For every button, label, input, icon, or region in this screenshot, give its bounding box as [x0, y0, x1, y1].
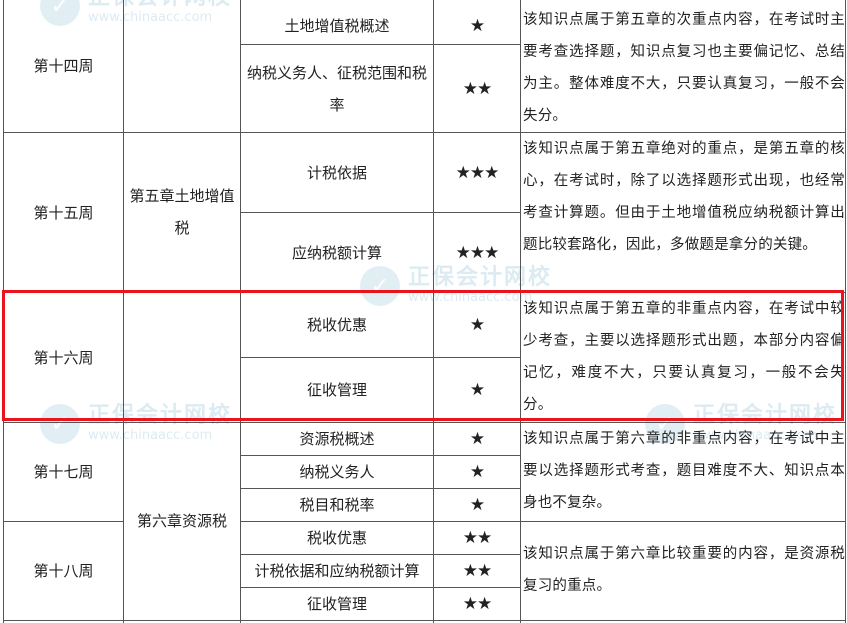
star-rating: ★	[469, 462, 485, 482]
topic-cell: 税目和税率	[299, 496, 375, 514]
description-text: 该知识点属于第六章比较重要的内容，是资源税复习的重点。	[523, 546, 845, 594]
week-cell: 第十六周	[33, 348, 94, 367]
star-rating: ★	[469, 429, 485, 449]
topic-cell: 征收管理	[306, 595, 367, 613]
topic-cell: 应纳税额计算	[291, 243, 382, 262]
description-text: 该知识点属于第五章的非重点内容，在考试中较少考查，主要以选择题形式出题，本部分内…	[523, 301, 845, 413]
chapter-cell: 第五章土地增值税	[129, 187, 235, 237]
star-rating: ★	[469, 495, 485, 515]
chapter-cell: 第六章资源税	[136, 512, 227, 530]
week-cell: 第十八周	[33, 562, 94, 580]
star-rating: ★★	[462, 78, 492, 99]
description-text: 该知识点属于第六章的非重点内容，在考试中主要以选择题形式考查，题目难度不大、知识…	[523, 431, 845, 511]
star-rating: ★★	[462, 528, 492, 548]
topic-cell: 纳税义务人	[299, 463, 375, 481]
description-text: 该知识点属于第五章绝对的重点，是第五章的核心，在考试时，除了以选择题形式出现，也…	[523, 141, 845, 253]
star-rating: ★★	[462, 594, 492, 614]
star-rating: ★	[469, 16, 485, 36]
week-cell: 第十五周	[33, 203, 94, 222]
description-text: 该知识点属于第五章的次重点内容，在考试时主要考查选择题，知识点复习也主要偏记忆、…	[523, 12, 845, 124]
topic-cell: 税收优惠	[306, 529, 367, 547]
topic-cell: 资源税概述	[299, 430, 375, 448]
week-cell: 第十四周	[33, 57, 94, 75]
star-rating: ★★	[462, 561, 492, 581]
star-rating: ★★★	[455, 162, 500, 183]
star-rating: ★	[469, 315, 485, 335]
week-cell: 第十七周	[33, 463, 94, 481]
star-rating: ★★★	[455, 242, 500, 263]
star-rating: ★	[469, 380, 485, 400]
topic-cell: 征收管理	[306, 381, 367, 399]
topic-cell: 税收优惠	[306, 316, 367, 334]
topic-cell: 计税依据	[306, 163, 367, 182]
topic-cell: 计税依据和应纳税额计算	[254, 562, 420, 580]
topic-cell: 纳税义务人、征税范围和税率	[246, 63, 427, 114]
topic-cell: 土地增值税概述	[284, 17, 390, 35]
